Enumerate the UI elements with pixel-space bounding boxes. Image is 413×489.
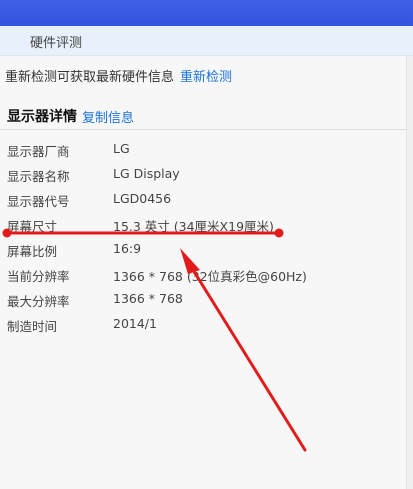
detail-row-max-resolution: 最大分辨率 1366 * 768 <box>0 291 406 313</box>
detail-row-code: 显示器代号 LGD0456 <box>0 191 406 213</box>
detail-label: 当前分辨率 <box>7 269 70 284</box>
detail-label: 屏幕尺寸 <box>7 219 58 234</box>
vertical-scrollbar[interactable] <box>406 56 413 489</box>
detail-value: 1366 * 768 (32位真彩色@60Hz) <box>113 269 307 284</box>
detail-row-vendor: 显示器厂商 LG <box>0 141 406 163</box>
detail-row-aspect-ratio: 屏幕比例 16:9 <box>0 241 406 263</box>
detail-value: LG Display <box>113 166 180 181</box>
detail-value: 15.3 英寸 (34厘米X19厘米) <box>113 219 274 234</box>
detail-value: 1366 * 768 <box>113 291 183 306</box>
detail-row-screen-size: 屏幕尺寸 15.3 英寸 (34厘米X19厘米) <box>0 216 406 238</box>
detail-label: 显示器名称 <box>7 169 70 184</box>
detail-value: 2014/1 <box>113 316 157 331</box>
detail-label: 屏幕比例 <box>7 244 58 259</box>
recheck-notice: 重新检测可获取最新硬件信息 <box>5 70 175 85</box>
detail-label: 显示器厂商 <box>7 144 70 159</box>
tab-hardware-review[interactable]: 硬件评测 <box>30 32 82 51</box>
copy-info-link[interactable]: 复制信息 <box>82 107 134 126</box>
detail-row-current-resolution: 当前分辨率 1366 * 768 (32位真彩色@60Hz) <box>0 266 406 288</box>
detail-value: LG <box>113 141 130 156</box>
detail-value: LGD0456 <box>113 191 172 206</box>
title-bar <box>0 0 413 26</box>
detail-row-name: 显示器名称 LG Display <box>0 166 406 188</box>
detail-label: 制造时间 <box>7 319 58 334</box>
detail-label: 显示器代号 <box>7 194 70 209</box>
detail-value: 16:9 <box>113 241 142 256</box>
section-title: 显示器详情 <box>7 109 77 125</box>
section-divider <box>0 129 406 130</box>
recheck-link[interactable]: 重新检测 <box>180 66 232 85</box>
detail-row-manufacture-date: 制造时间 2014/1 <box>0 316 406 338</box>
detail-label: 最大分辨率 <box>7 294 70 309</box>
tab-bar: 硬件评测 <box>0 26 413 56</box>
